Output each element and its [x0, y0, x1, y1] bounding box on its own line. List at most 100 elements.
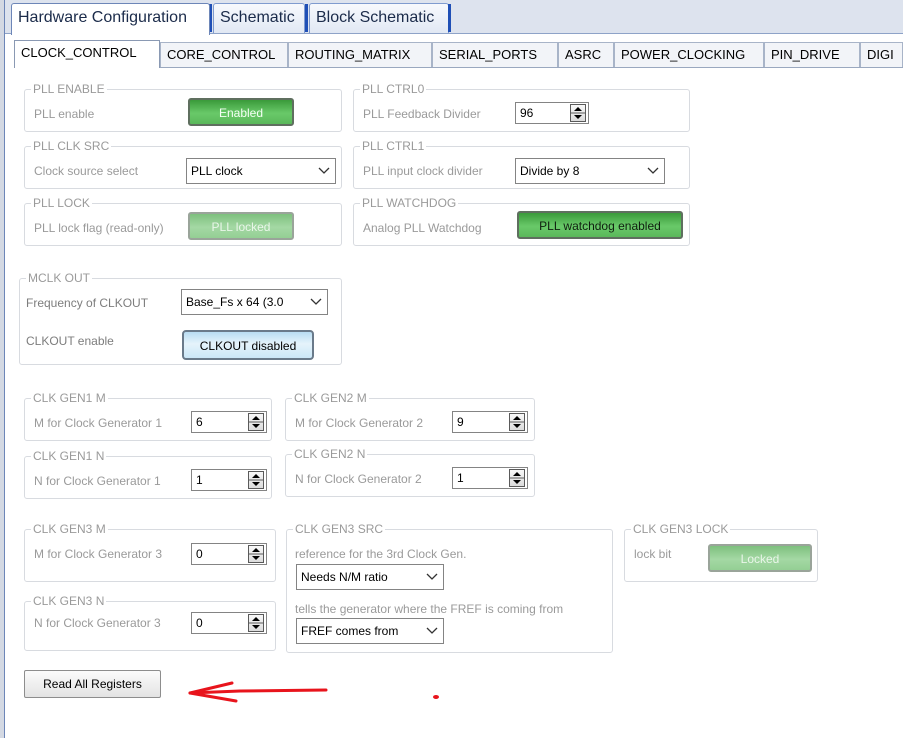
group-mclk-out: MCLK OUT Frequency of CLKOUT Base_Fs x 6… — [19, 271, 342, 365]
register-tab-bar: CLOCK_CONTROL CORE_CONTROL ROUTING_MATRI… — [14, 40, 903, 68]
tab-asrc[interactable]: ASRC — [558, 42, 614, 67]
group-clk-gen3-n: CLK GEN3 N N for Clock Generator 3 0 — [24, 594, 276, 651]
clock-source-select-combo[interactable]: PLL clock — [186, 158, 336, 184]
group-title: CLK GEN2 M — [292, 391, 369, 405]
lock-bit-label: lock bit — [634, 547, 672, 561]
group-clk-gen1-n: CLK GEN1 N N for Clock Generator 1 1 — [24, 449, 272, 499]
spinner-value: 96 — [520, 106, 534, 120]
window-left-border — [0, 0, 5, 738]
clk-gen2-m-spinner[interactable]: 9 — [452, 411, 528, 433]
clkout-frequency-label: Frequency of CLKOUT — [26, 296, 149, 310]
main-tab-bar: Hardware Configuration Schematic Block S… — [5, 0, 903, 35]
group-clk-gen3-src: CLK GEN3 SRC reference for the 3rd Clock… — [286, 522, 613, 653]
pll-lock-flag-label: PLL lock flag (read-only) — [34, 221, 164, 235]
pll-input-clock-divider-label: PLL input clock divider — [363, 164, 483, 178]
spinner-arrows-icon[interactable] — [509, 469, 525, 487]
spinner-value: 9 — [457, 415, 464, 429]
clkout-enable-button[interactable]: CLKOUT disabled — [182, 330, 314, 360]
tab-serial-ports[interactable]: SERIAL_PORTS — [432, 42, 558, 67]
tab-hardware-configuration[interactable]: Hardware Configuration — [11, 3, 210, 35]
clkout-enable-label: CLKOUT enable — [26, 334, 114, 348]
chevron-down-icon — [425, 622, 439, 638]
group-title: PLL WATCHDOG — [360, 196, 459, 210]
read-all-registers-button[interactable]: Read All Registers — [24, 670, 161, 698]
spinner-arrows-icon[interactable] — [509, 413, 525, 431]
fref-source-combo[interactable]: FREF comes from — [296, 618, 444, 644]
tab-separator — [305, 4, 308, 32]
group-clk-gen3-lock: CLK GEN3 LOCK lock bit Locked — [624, 522, 818, 582]
spinner-value: 1 — [196, 473, 203, 487]
clk-gen1-n-spinner[interactable]: 1 — [191, 469, 267, 491]
group-title: PLL ENABLE — [31, 82, 107, 96]
pll-enable-button[interactable]: Enabled — [188, 98, 294, 126]
combo-value: FREF comes from — [301, 624, 399, 638]
spinner-arrows-icon[interactable] — [248, 614, 264, 632]
tab-core-control[interactable]: CORE_CONTROL — [160, 42, 288, 67]
chevron-down-icon — [309, 293, 323, 309]
pll-input-clock-divider-combo[interactable]: Divide by 8 — [515, 158, 665, 184]
tab-digi[interactable]: DIGI — [860, 42, 903, 67]
pll-feedback-divider-spinner[interactable]: 96 — [515, 102, 589, 124]
tab-routing-matrix[interactable]: ROUTING_MATRIX — [288, 42, 432, 67]
group-title: PLL CLK SRC — [31, 139, 112, 153]
clk-gen3-m-label: M for Clock Generator 3 — [34, 547, 163, 561]
spinner-arrows-icon[interactable] — [248, 545, 264, 563]
clk-gen1-m-label: M for Clock Generator 1 — [34, 416, 163, 430]
clk-gen2-n-spinner[interactable]: 1 — [452, 467, 528, 489]
clk-gen2-n-label: N for Clock Generator 2 — [295, 472, 422, 486]
clk-gen3-n-spinner[interactable]: 0 — [191, 612, 267, 634]
group-pll-ctrl1: PLL CTRL1 PLL input clock divider Divide… — [353, 139, 690, 189]
group-pll-enable: PLL ENABLE PLL enable Enabled — [24, 82, 342, 132]
spinner-value: 1 — [457, 471, 464, 485]
chevron-down-icon — [317, 162, 331, 178]
group-title: CLK GEN2 N — [292, 447, 368, 461]
group-title: CLK GEN3 M — [31, 522, 108, 536]
tab-pin-drive[interactable]: PIN_DRIVE — [764, 42, 860, 67]
combo-value: PLL clock — [191, 164, 243, 178]
group-title: PLL CTRL1 — [360, 139, 427, 153]
clk-gen3-m-spinner[interactable]: 0 — [191, 543, 267, 565]
spinner-value: 6 — [196, 415, 203, 429]
clk-gen3-locked-indicator: Locked — [708, 544, 812, 572]
spinner-arrows-icon[interactable] — [248, 471, 264, 489]
pll-watchdog-button[interactable]: PLL watchdog enabled — [517, 211, 683, 239]
spinner-value: 0 — [196, 547, 203, 561]
clock-source-select-label: Clock source select — [34, 164, 139, 178]
combo-value: Needs N/M ratio — [301, 570, 388, 584]
pll-locked-indicator: PLL locked — [188, 212, 294, 240]
app-window: Hardware Configuration Schematic Block S… — [0, 0, 903, 738]
group-title: PLL LOCK — [31, 196, 92, 210]
group-clk-gen2-n: CLK GEN2 N N for Clock Generator 2 1 — [285, 447, 535, 497]
group-title: CLK GEN3 LOCK — [631, 522, 731, 536]
group-pll-clk-src: PLL CLK SRC Clock source select PLL cloc… — [24, 139, 342, 189]
clk-gen1-n-label: N for Clock Generator 1 — [34, 474, 161, 488]
group-pll-lock: PLL LOCK PLL lock flag (read-only) PLL l… — [24, 196, 342, 246]
tab-block-schematic[interactable]: Block Schematic — [309, 3, 449, 33]
spinner-value: 0 — [196, 616, 203, 630]
tab-schematic[interactable]: Schematic — [213, 3, 305, 33]
clk-gen1-m-spinner[interactable]: 6 — [191, 411, 267, 433]
clk-gen3-reference-combo[interactable]: Needs N/M ratio — [296, 564, 444, 590]
combo-value: Base_Fs x 64 (3.0 — [186, 295, 284, 309]
fref-source-label: tells the generator where the FREF is co… — [295, 602, 564, 616]
clkout-frequency-combo[interactable]: Base_Fs x 64 (3.0 — [181, 289, 328, 315]
tab-clock-control[interactable]: CLOCK_CONTROL — [14, 40, 160, 68]
group-title: CLK GEN3 N — [31, 594, 107, 608]
group-title: MCLK OUT — [26, 271, 93, 285]
chevron-down-icon — [425, 568, 439, 584]
group-pll-watchdog: PLL WATCHDOG Analog PLL Watchdog PLL wat… — [353, 196, 690, 246]
chevron-down-icon — [646, 162, 660, 178]
group-pll-ctrl0: PLL CTRL0 PLL Feedback Divider 96 — [353, 82, 690, 132]
tab-power-clocking[interactable]: POWER_CLOCKING — [614, 42, 764, 67]
spinner-arrows-icon[interactable] — [570, 104, 586, 122]
clk-gen3-reference-label: reference for the 3rd Clock Gen. — [295, 547, 467, 561]
combo-value: Divide by 8 — [520, 164, 580, 178]
clk-gen3-n-label: N for Clock Generator 3 — [34, 616, 161, 630]
pll-enable-label: PLL enable — [34, 107, 95, 121]
group-title: CLK GEN1 N — [31, 449, 107, 463]
clk-gen2-m-label: M for Clock Generator 2 — [295, 416, 424, 430]
group-title: PLL CTRL0 — [360, 82, 427, 96]
group-title: CLK GEN1 M — [31, 391, 108, 405]
pll-feedback-divider-label: PLL Feedback Divider — [363, 107, 481, 121]
spinner-arrows-icon[interactable] — [248, 413, 264, 431]
